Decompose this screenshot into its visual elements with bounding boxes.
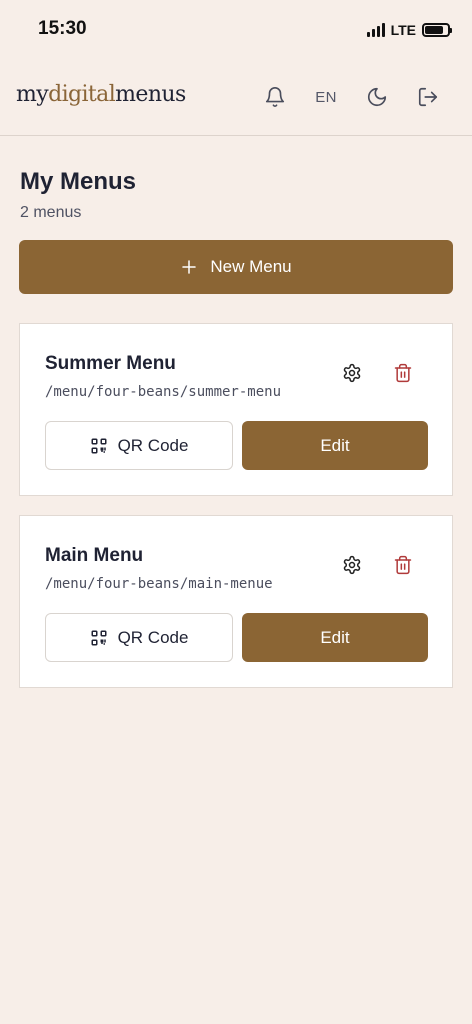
logout-button[interactable] <box>410 83 446 111</box>
moon-icon <box>367 87 387 107</box>
status-indicators: LTE <box>366 20 452 40</box>
trash-icon <box>394 363 412 383</box>
logo-part-menus: menus <box>115 82 186 107</box>
logo-part-digital: digital <box>48 82 116 107</box>
menu-settings-button[interactable] <box>340 553 364 577</box>
menu-card: Main Menu /menu/four-beans/main-menue QR… <box>19 515 453 688</box>
qr-code-button[interactable]: QR Code <box>45 421 233 470</box>
notifications-button[interactable] <box>257 83 293 111</box>
page-title: My Menus <box>20 168 137 195</box>
gear-icon <box>343 555 361 575</box>
language-button[interactable]: EN <box>308 83 344 111</box>
qr-code-label: QR Code <box>117 627 189 647</box>
menu-delete-button[interactable] <box>391 553 415 577</box>
logout-icon <box>418 87 438 107</box>
qr-code-label: QR Code <box>117 435 189 455</box>
header-actions: EN <box>242 83 446 111</box>
menu-title: Main Menu <box>45 545 144 566</box>
new-menu-button[interactable]: New Menu <box>19 240 453 294</box>
logo-part-my: my <box>16 82 49 107</box>
qr-code-button[interactable]: QR Code <box>45 613 233 662</box>
menu-count: 2 menus <box>20 204 82 221</box>
new-menu-label: New Menu <box>210 257 292 276</box>
app-header: mydigitalmenus EN <box>0 62 472 136</box>
edit-label: Edit <box>320 435 350 455</box>
bell-icon <box>265 87 285 107</box>
battery-icon <box>422 23 452 37</box>
menu-title: Summer Menu <box>45 353 176 374</box>
qr-code-icon <box>91 438 107 453</box>
status-bar: 15:30 LTE <box>0 0 472 62</box>
menu-settings-button[interactable] <box>340 361 364 385</box>
status-time: 15:30 <box>38 18 87 39</box>
menu-path: /menu/four-beans/summer-menu <box>45 384 282 400</box>
logo[interactable]: mydigitalmenus <box>16 82 186 107</box>
menu-path: /menu/four-beans/main-menue <box>45 576 273 592</box>
trash-icon <box>394 555 412 575</box>
menu-card: Summer Menu /menu/four-beans/summer-menu… <box>19 323 453 496</box>
edit-button[interactable]: Edit <box>242 613 428 662</box>
qr-code-icon <box>91 630 107 645</box>
gear-icon <box>343 363 361 383</box>
signal-icon <box>366 23 385 37</box>
language-label: EN <box>315 88 337 106</box>
theme-toggle-button[interactable] <box>359 83 395 111</box>
network-label: LTE <box>390 22 416 38</box>
plus-icon <box>182 260 197 274</box>
menu-delete-button[interactable] <box>391 361 415 385</box>
edit-button[interactable]: Edit <box>242 421 428 470</box>
edit-label: Edit <box>320 627 350 647</box>
